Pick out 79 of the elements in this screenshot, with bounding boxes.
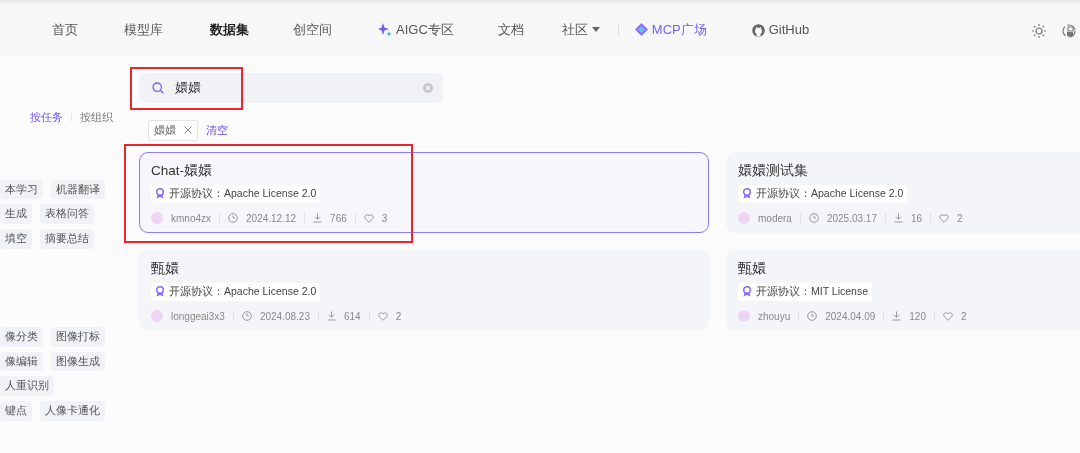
- filter-chip[interactable]: 嬛嬛: [148, 120, 198, 141]
- like-count: 2: [961, 309, 967, 324]
- diamond-icon: [634, 23, 648, 37]
- dataset-title: 甄嬛: [151, 259, 180, 278]
- heart-icon: [363, 213, 374, 223]
- dataset-card[interactable]: 嬛嬛测试集 开源协议：Apache License 2.0 modera 2025.03.17 16 2: [726, 151, 1080, 233]
- date-text: 2025.03.17: [826, 211, 877, 226]
- task-tag[interactable]: 人重识别: [0, 376, 54, 396]
- clear-link[interactable]: 清空: [206, 122, 228, 139]
- download-count: 120: [909, 309, 926, 324]
- task-tag[interactable]: 生成: [0, 204, 32, 224]
- nav-link[interactable]: GitHub: [751, 20, 810, 40]
- dataset-title: 嬛嬛测试集: [738, 161, 809, 180]
- date-text: 2024.12.12: [246, 211, 297, 226]
- download-icon: [893, 213, 903, 223]
- license-badge: 开源协议：Apache License 2.0: [151, 282, 321, 301]
- filter-tab[interactable]: 按组织: [80, 109, 113, 126]
- dataset-title: Chat-嬛嬛: [151, 161, 213, 180]
- ribbon-icon: [742, 286, 752, 298]
- search-icon: [152, 82, 164, 94]
- filter-tab[interactable]: 按任务: [30, 109, 63, 126]
- download-count: 766: [330, 211, 347, 226]
- download-icon: [327, 311, 336, 321]
- license-badge: 开源协议：MIT License: [738, 282, 872, 301]
- heart-icon: [377, 311, 388, 321]
- task-tag[interactable]: 图像生成: [51, 351, 105, 372]
- nav-link[interactable]: 创空间: [293, 20, 332, 40]
- task-tag[interactable]: 机器翻译: [51, 179, 105, 200]
- sparkle-icon: [378, 23, 392, 37]
- github-icon: [751, 23, 765, 37]
- heart-icon: [939, 213, 950, 223]
- download-count: 614: [344, 309, 361, 324]
- nav-link[interactable]: 数据集: [210, 20, 249, 40]
- clock-icon: [228, 213, 238, 223]
- nav-link[interactable]: 社区: [561, 20, 600, 40]
- nav-link[interactable]: 首页: [52, 20, 78, 40]
- dataset-card[interactable]: Chat-嬛嬛 开源协议：Apache License 2.0 kmno4zx 2024.12.12 766 3: [139, 151, 709, 233]
- clock-icon: [808, 213, 819, 223]
- like-count: 2: [957, 211, 963, 226]
- avatar-icon: [738, 212, 750, 224]
- dataset-card[interactable]: 甄嬛 开源协议：Apache License 2.0 longgeai3x3 2024.08.23 614 2: [139, 249, 709, 331]
- ribbon-icon: [155, 286, 165, 298]
- ribbon-icon: [742, 188, 752, 200]
- close-icon: [184, 126, 192, 135]
- avatar-icon: [738, 310, 750, 322]
- search-field[interactable]: 嬛嬛: [139, 73, 443, 103]
- avatar-icon: [151, 212, 163, 224]
- date-text: 2024.04.09: [825, 309, 876, 324]
- download-count: 16: [910, 211, 923, 226]
- heart-icon: [943, 311, 953, 321]
- task-tag[interactable]: 填空: [0, 229, 32, 249]
- task-tag[interactable]: 像分类: [0, 326, 43, 347]
- nav-link[interactable]: 模型库: [124, 20, 163, 40]
- download-icon: [313, 213, 323, 223]
- dataset-title: 甄嬛: [738, 259, 767, 278]
- task-tag[interactable]: 键点: [0, 401, 32, 421]
- nav-link[interactable]: MCP广场: [634, 20, 707, 40]
- task-tag[interactable]: 人像卡通化: [40, 401, 105, 421]
- clock-icon: [807, 311, 818, 321]
- dataset-card[interactable]: 甄嬛 开源协议：MIT License zhouyu 2024.04.09 120 2: [726, 249, 1080, 331]
- task-tag[interactable]: 图像打标: [51, 326, 105, 347]
- sun-icon: [1032, 23, 1046, 38]
- task-tag[interactable]: 本学习: [0, 179, 43, 200]
- task-tag[interactable]: 摘要总结: [40, 229, 94, 249]
- like-count: 3: [381, 211, 388, 226]
- author-name[interactable]: kmno4zx: [171, 210, 211, 226]
- clock-icon: [241, 311, 252, 321]
- task-tag[interactable]: 表格问答: [40, 204, 94, 224]
- caret-icon: [591, 27, 600, 33]
- download-icon: [892, 311, 902, 321]
- avatar-icon: [151, 310, 163, 322]
- date-text: 2024.08.23: [259, 309, 310, 324]
- nav-link[interactable]: AIGC专区: [378, 20, 454, 40]
- ribbon-icon: [155, 188, 165, 200]
- like-count: 2: [395, 309, 402, 324]
- nav-link[interactable]: 文档: [497, 20, 524, 40]
- task-tag[interactable]: 像编辑: [0, 351, 43, 372]
- license-badge: 开源协议：Apache License 2.0: [738, 184, 908, 203]
- license-badge: 开源协议：Apache License 2.0: [151, 184, 321, 203]
